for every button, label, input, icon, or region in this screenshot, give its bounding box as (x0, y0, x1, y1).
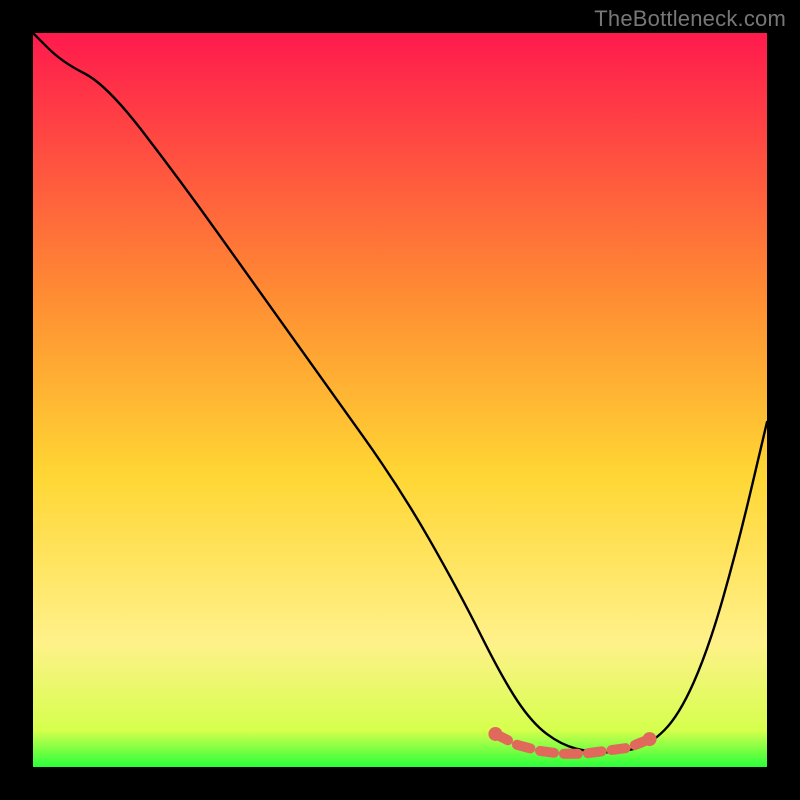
watermark-text: TheBottleneck.com (594, 6, 786, 32)
bottleneck-chart (33, 33, 767, 767)
highlight-end-dot (643, 732, 657, 746)
chart-stage: TheBottleneck.com (0, 0, 800, 800)
highlight-start-dot (488, 727, 502, 741)
plot-frame (33, 33, 767, 767)
gradient-backdrop (33, 33, 767, 767)
